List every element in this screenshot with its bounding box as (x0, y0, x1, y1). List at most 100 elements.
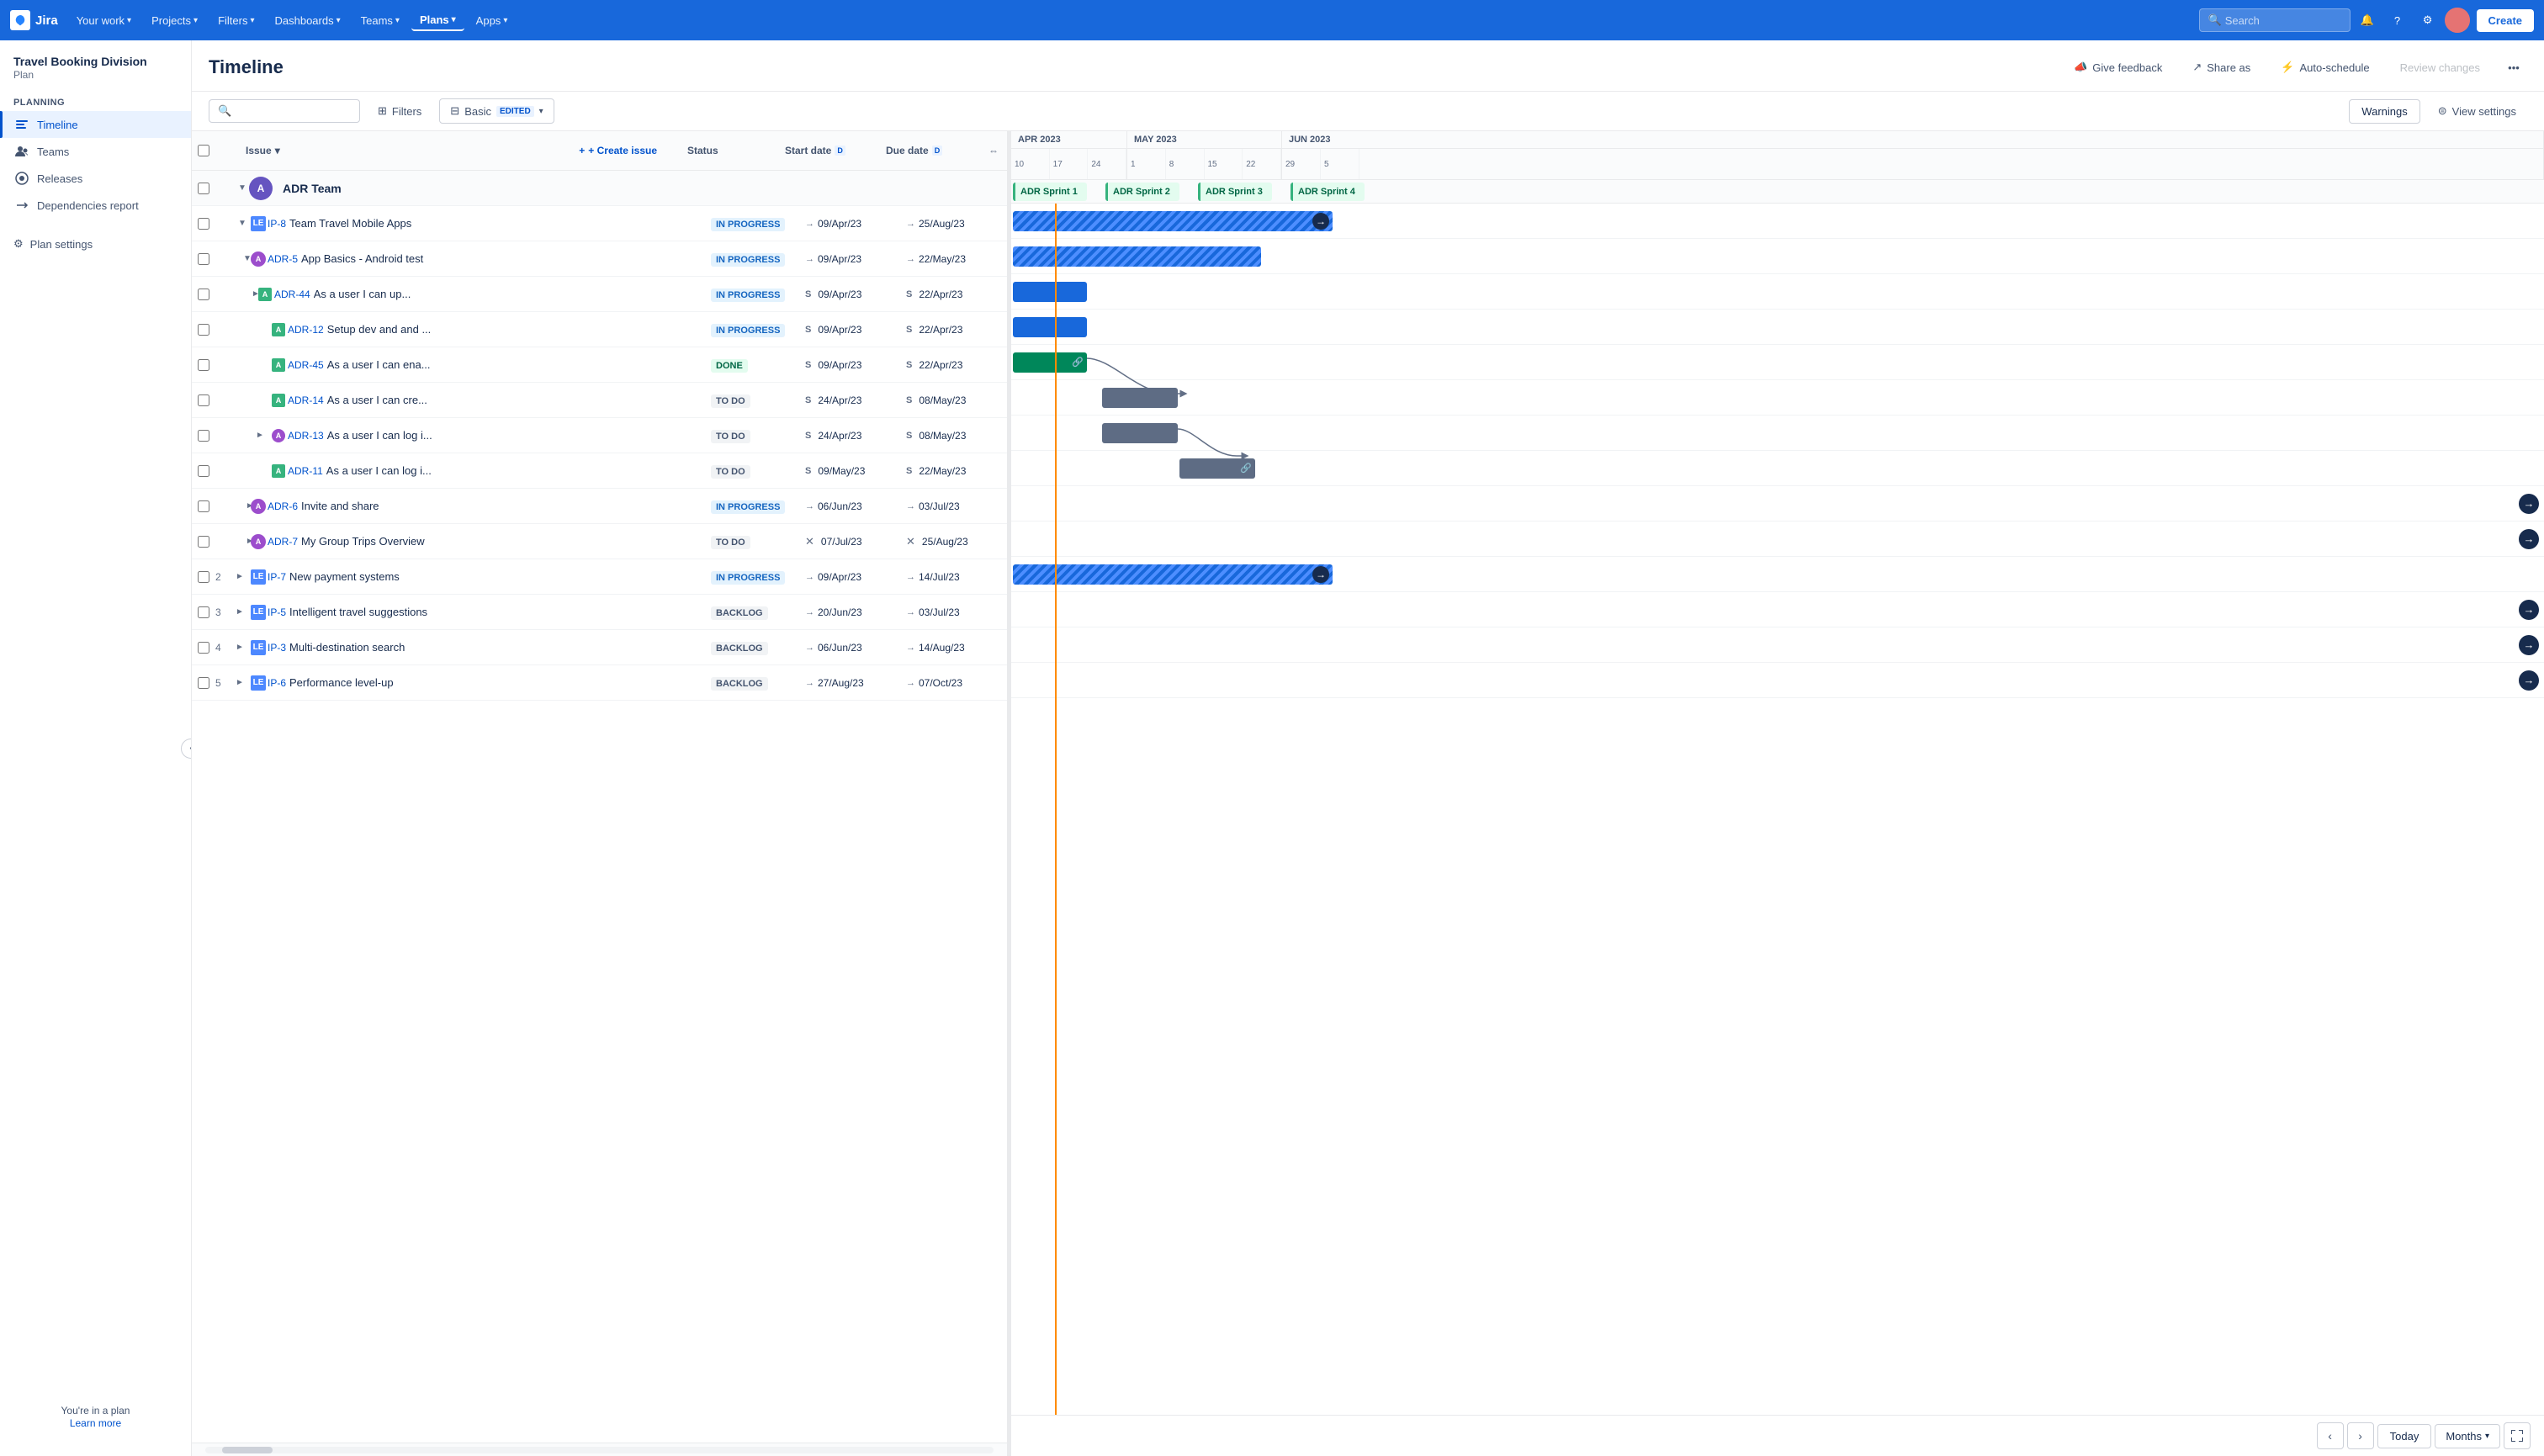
gantt-bar[interactable] (1013, 282, 1087, 302)
issue-title[interactable]: As a user I can ena... (327, 358, 704, 371)
issue-title[interactable]: App Basics - Android test (301, 252, 704, 265)
create-issue-button[interactable]: + + Create issue (569, 138, 667, 163)
sidebar-item-plan-settings[interactable]: ⚙ Plan settings (0, 232, 191, 256)
prev-period-button[interactable]: ‹ (2317, 1422, 2344, 1449)
row-checkbox[interactable] (192, 394, 215, 406)
issue-title[interactable]: As a user I can cre... (327, 394, 704, 406)
nav-filters[interactable]: Filters ▾ (209, 11, 262, 30)
help-button[interactable]: ? (2384, 7, 2411, 34)
issue-title[interactable]: As a user I can log i... (326, 464, 704, 477)
nav-teams[interactable]: Teams ▾ (352, 11, 408, 30)
row-checkbox[interactable] (192, 606, 215, 618)
timeline-search[interactable]: 🔍 (209, 99, 360, 123)
issue-id[interactable]: ADR-11 (288, 465, 323, 477)
sidebar-item-timeline[interactable]: Timeline (0, 111, 191, 138)
gantt-bar[interactable]: 🔗 (1013, 352, 1087, 373)
share-as-button[interactable]: ↗ Share as (2182, 56, 2260, 79)
table-row[interactable]: ▼ LE IP-8 Team Travel Mobile Apps IN PRO… (192, 206, 1007, 241)
auto-schedule-button[interactable]: ⚡ Auto-schedule (2271, 56, 2379, 79)
issue-title[interactable]: My Group Trips Overview (301, 535, 704, 548)
horizontal-scrollbar[interactable] (192, 1443, 1007, 1456)
off-screen-right-arrow[interactable]: → (2519, 670, 2539, 691)
next-period-button[interactable]: › (2347, 1422, 2374, 1449)
due-date-column-header[interactable]: Due date D (879, 138, 980, 163)
issue-column-header[interactable]: Issue ▾ + + Create issue (236, 131, 677, 170)
gantt-bar[interactable] (1013, 317, 1087, 337)
row-checkbox[interactable] (192, 289, 215, 300)
sidebar-item-dependencies[interactable]: Dependencies report (0, 192, 191, 219)
row-checkbox[interactable] (192, 642, 215, 654)
table-row[interactable]: A ADR-12 Setup dev and and ... IN PROGRE… (192, 312, 1007, 347)
create-button[interactable]: Create (2477, 9, 2534, 32)
user-avatar[interactable] (2445, 8, 2470, 33)
table-row[interactable]: ► A ADR-44 As a user I can up... IN PROG… (192, 277, 1007, 312)
issue-id[interactable]: ADR-7 (268, 536, 298, 548)
issue-id[interactable]: IP-8 (268, 218, 286, 230)
table-row[interactable]: 4 ► LE IP-3 Multi-destination search BAC… (192, 630, 1007, 665)
expand-icon[interactable]: ▼ (236, 254, 249, 263)
table-row[interactable]: A ADR-11 As a user I can log i... TO DO … (192, 453, 1007, 489)
issue-id[interactable]: ADR-12 (288, 324, 324, 336)
group-collapse-arrow[interactable]: ▼ (236, 183, 249, 193)
issue-id[interactable]: ADR-13 (288, 430, 324, 442)
row-checkbox[interactable] (192, 571, 215, 583)
table-row[interactable]: 5 ► LE IP-6 Performance level-up BACKLOG (192, 665, 1007, 701)
row-checkbox[interactable] (192, 359, 215, 371)
give-feedback-button[interactable]: 📣 Give feedback (2064, 56, 2172, 79)
issue-id[interactable]: IP-3 (268, 642, 286, 654)
filters-button[interactable]: ⊞ Filters (367, 98, 432, 124)
off-screen-right-arrow[interactable]: → (2519, 494, 2539, 514)
view-settings-button[interactable]: ⊜ View settings (2427, 98, 2527, 124)
expand-icon[interactable]: ► (236, 537, 249, 546)
expand-icon[interactable]: ► (236, 289, 256, 299)
expand-icon[interactable]: ▼ (236, 219, 249, 228)
group-header-adr-team[interactable]: ▼ A ADR Team (192, 171, 1007, 206)
warnings-button[interactable]: Warnings (2349, 99, 2419, 124)
row-checkbox[interactable] (192, 500, 215, 512)
issue-id[interactable]: IP-6 (268, 677, 286, 689)
app-logo[interactable]: Jira (10, 10, 58, 30)
period-selector-dropdown[interactable]: Months ▾ (2435, 1424, 2500, 1448)
off-screen-right-arrow[interactable]: → (2519, 600, 2539, 620)
expand-icon[interactable]: ► (236, 501, 249, 511)
nav-apps[interactable]: Apps ▾ (468, 11, 517, 30)
table-row[interactable]: 2 ► LE IP-7 New payment systems IN PROGR… (192, 559, 1007, 595)
table-row[interactable]: A ADR-45 As a user I can ena... DONE S 0… (192, 347, 1007, 383)
table-row[interactable]: ► A ADR-13 As a user I can log i... TO D… (192, 418, 1007, 453)
gantt-bar[interactable]: → (1013, 211, 1333, 231)
off-screen-right-arrow[interactable]: → (2519, 529, 2539, 549)
scrollbar-thumb[interactable] (222, 1447, 273, 1453)
issue-title[interactable]: New payment systems (289, 570, 704, 583)
status-column-header[interactable]: Status (677, 138, 778, 163)
issue-title[interactable]: Setup dev and and ... (327, 323, 704, 336)
expand-icon[interactable]: ► (236, 431, 269, 440)
row-checkbox[interactable] (192, 218, 215, 230)
issue-id[interactable]: IP-7 (268, 571, 286, 583)
nav-plans[interactable]: Plans ▾ (411, 10, 464, 31)
select-all-checkbox[interactable] (198, 145, 209, 156)
learn-more-link[interactable]: Learn more (70, 1417, 121, 1429)
start-date-column-header[interactable]: Start date D (778, 138, 879, 163)
issue-id[interactable]: ADR-14 (288, 394, 324, 406)
row-checkbox[interactable] (192, 253, 215, 265)
sidebar-item-teams[interactable]: Teams (0, 138, 191, 165)
gantt-bar[interactable] (1102, 423, 1178, 443)
issue-title[interactable]: As a user I can up... (314, 288, 704, 300)
row-checkbox[interactable] (192, 430, 215, 442)
issue-id[interactable]: IP-5 (268, 606, 286, 618)
issue-title[interactable]: Team Travel Mobile Apps (289, 217, 704, 230)
issue-id[interactable]: ADR-45 (288, 359, 324, 371)
expand-icon[interactable]: ► (236, 607, 249, 617)
expand-icon[interactable]: ► (236, 643, 249, 652)
row-checkbox[interactable] (192, 465, 215, 477)
gantt-bar[interactable] (1013, 246, 1261, 267)
basic-edited-button[interactable]: ⊟ Basic EDITED ▾ (439, 98, 554, 124)
fullscreen-button[interactable] (2504, 1422, 2531, 1449)
gantt-bar[interactable]: 🔗 (1179, 458, 1255, 479)
more-options-button[interactable]: ••• (2500, 54, 2527, 81)
table-row[interactable]: 3 ► LE IP-5 Intelligent travel suggestio… (192, 595, 1007, 630)
table-row[interactable]: A ADR-14 As a user I can cre... TO DO S … (192, 383, 1007, 418)
row-checkbox[interactable] (192, 677, 215, 689)
notifications-button[interactable]: 🔔 (2354, 7, 2381, 34)
issue-id[interactable]: ADR-6 (268, 500, 298, 512)
